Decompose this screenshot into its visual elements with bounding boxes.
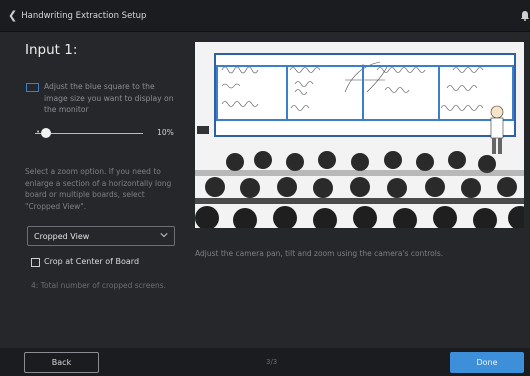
zoom-slider-thumb[interactable]: [41, 128, 51, 138]
chevron-left-icon[interactable]: ❮: [8, 9, 17, 22]
back-button[interactable]: Back: [24, 352, 99, 373]
zoom-percent: 10%: [157, 128, 174, 137]
zoom-help-text: Select a zoom option. If you need to enl…: [25, 167, 172, 211]
camera-preview[interactable]: [195, 42, 524, 228]
window-title: Handwriting Extraction Setup: [21, 10, 147, 21]
classroom-illustration: [195, 42, 524, 228]
adjust-instructions: Adjust the blue square to the image size…: [44, 82, 174, 115]
bell-icon[interactable]: [520, 10, 530, 21]
setup-window: ❮ Handwriting Extraction Setup Input 1: …: [0, 0, 530, 376]
camera-caption: Adjust the camera pan, tilt and zoom usi…: [195, 249, 444, 258]
zoom-option-select[interactable]: Cropped View: [27, 226, 175, 246]
input-heading: Input 1:: [25, 42, 78, 58]
chevron-down-icon: [160, 233, 168, 238]
crop-center-label[interactable]: Crop at Center of Board: [44, 257, 139, 266]
title-bar: ❮ Handwriting Extraction Setup: [0, 0, 530, 32]
cropped-count-text: 4: Total number of cropped screens.: [31, 281, 166, 290]
blue-square-icon: [26, 83, 39, 92]
done-button[interactable]: Done: [450, 352, 524, 373]
zoom-option-value: Cropped View: [34, 231, 90, 241]
speaker-box: [197, 126, 209, 134]
crop-center-checkbox[interactable]: [31, 258, 40, 267]
zoom-slider-track[interactable]: [35, 133, 143, 134]
slider-min-marker: •: [36, 128, 41, 136]
page-indicator: 3/3: [266, 358, 278, 366]
